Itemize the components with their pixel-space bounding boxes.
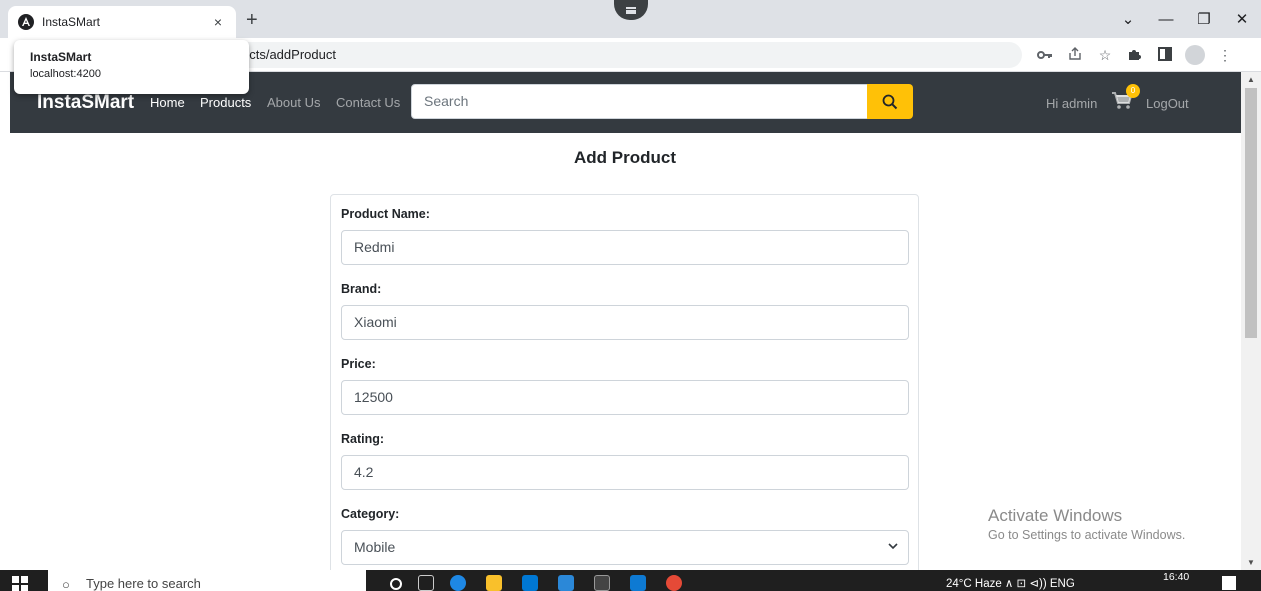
cart-count-badge: 0 <box>1126 84 1140 98</box>
vscode-icon[interactable] <box>630 575 646 591</box>
brand-label: Brand: <box>341 282 382 296</box>
scrollbar-thumb[interactable] <box>1245 88 1257 338</box>
search-input[interactable]: Search <box>411 84 868 119</box>
browser-tab[interactable]: InstaSMart × <box>8 6 236 38</box>
product-name-label: Product Name: <box>341 207 430 221</box>
add-product-form: Product Name: Redmi Brand: Xiaomi Price:… <box>330 194 919 570</box>
category-selected-value: Mobile <box>354 539 396 555</box>
close-window-icon[interactable]: ✕ <box>1223 10 1261 28</box>
brand-input[interactable]: Xiaomi <box>341 305 909 340</box>
tab-search-icon[interactable] <box>614 0 648 20</box>
window-controls: ⌄ — ❐ ✕ <box>1109 0 1261 38</box>
store-icon[interactable] <box>522 575 538 591</box>
windows-taskbar: Type here to search ○ 24°C Haze ∧ ⊡ ⊲)) … <box>0 570 1261 591</box>
category-select[interactable]: Mobile <box>341 530 909 565</box>
notification-icon[interactable] <box>1222 576 1236 590</box>
activate-windows-title: Activate Windows <box>988 506 1123 525</box>
user-greeting: Hi admin <box>1046 96 1098 111</box>
category-label: Category: <box>341 507 400 521</box>
page-scrollbar[interactable]: ▲ ▼ <box>1241 72 1261 570</box>
tab-hover-card: InstaSMart localhost:4200 <box>14 40 249 94</box>
nav-link-home[interactable]: Home <box>150 95 185 110</box>
hover-card-url: localhost:4200 <box>30 68 101 80</box>
minimize-icon[interactable]: — <box>1147 11 1185 28</box>
page-viewport: InstaSMart Home Products About Us Contac… <box>0 72 1241 570</box>
angular-favicon-icon <box>18 14 34 30</box>
nav-link-contact-us[interactable]: Contact Us <box>336 95 400 110</box>
nav-link-products[interactable]: Products <box>200 95 251 110</box>
edge-icon[interactable] <box>450 575 466 591</box>
hover-card-title: InstaSMart <box>30 50 92 64</box>
search-icon <box>882 94 898 109</box>
logout-link[interactable]: LogOut <box>1146 96 1189 111</box>
profile-avatar-icon[interactable] <box>1185 45 1205 65</box>
taskbar-clock[interactable]: 16:40 <box>1163 571 1189 583</box>
browser-menu-icon[interactable]: ⋮ <box>1210 47 1240 64</box>
rating-input[interactable]: 4.2 <box>341 455 909 490</box>
search-button[interactable] <box>867 84 913 119</box>
price-label: Price: <box>341 357 376 371</box>
rating-label: Rating: <box>341 432 385 446</box>
taskbar-search-box[interactable]: Type here to search <box>48 570 366 591</box>
cortana-icon[interactable] <box>390 578 402 590</box>
activate-windows-subtitle: Go to Settings to activate Windows. <box>988 528 1186 542</box>
system-tray[interactable]: 24°C Haze ∧ ⊡ ⊲)) ENG <box>946 576 1075 590</box>
toolbar-icons: ☆ ⋮ <box>1030 38 1240 72</box>
nav-link-about-us[interactable]: About Us <box>267 95 320 110</box>
chrome-icon[interactable] <box>666 575 682 591</box>
chevron-down-icon <box>888 531 898 564</box>
key-icon[interactable] <box>1030 47 1060 63</box>
task-view-icon[interactable] <box>418 575 434 591</box>
tab-list-chevron-icon[interactable]: ⌄ <box>1109 10 1147 28</box>
taskbar-search-icon: ○ <box>62 577 70 591</box>
extensions-icon[interactable] <box>1120 47 1150 64</box>
bookmark-star-icon[interactable]: ☆ <box>1090 47 1120 64</box>
scroll-down-icon[interactable]: ▼ <box>1247 558 1255 567</box>
browser-tab-strip: InstaSMart × + ⌄ — ❐ ✕ <box>0 0 1261 38</box>
product-name-input[interactable]: Redmi <box>341 230 909 265</box>
price-input[interactable]: 12500 <box>341 380 909 415</box>
file-explorer-icon[interactable] <box>486 575 502 591</box>
restore-icon[interactable]: ❐ <box>1185 10 1223 28</box>
page-title: Add Product <box>574 148 676 167</box>
share-icon[interactable] <box>1060 46 1090 64</box>
terminal-icon[interactable] <box>594 575 610 591</box>
tab-title: InstaSMart <box>42 15 101 29</box>
tab-close-icon[interactable]: × <box>210 14 226 30</box>
scroll-up-icon[interactable]: ▲ <box>1247 75 1255 84</box>
windows-start-icon[interactable] <box>12 576 28 591</box>
brand-logo[interactable]: InstaSMart <box>37 92 134 114</box>
side-panel-icon[interactable] <box>1150 46 1180 64</box>
new-tab-button[interactable]: + <box>246 10 258 30</box>
mail-icon[interactable] <box>558 575 574 591</box>
